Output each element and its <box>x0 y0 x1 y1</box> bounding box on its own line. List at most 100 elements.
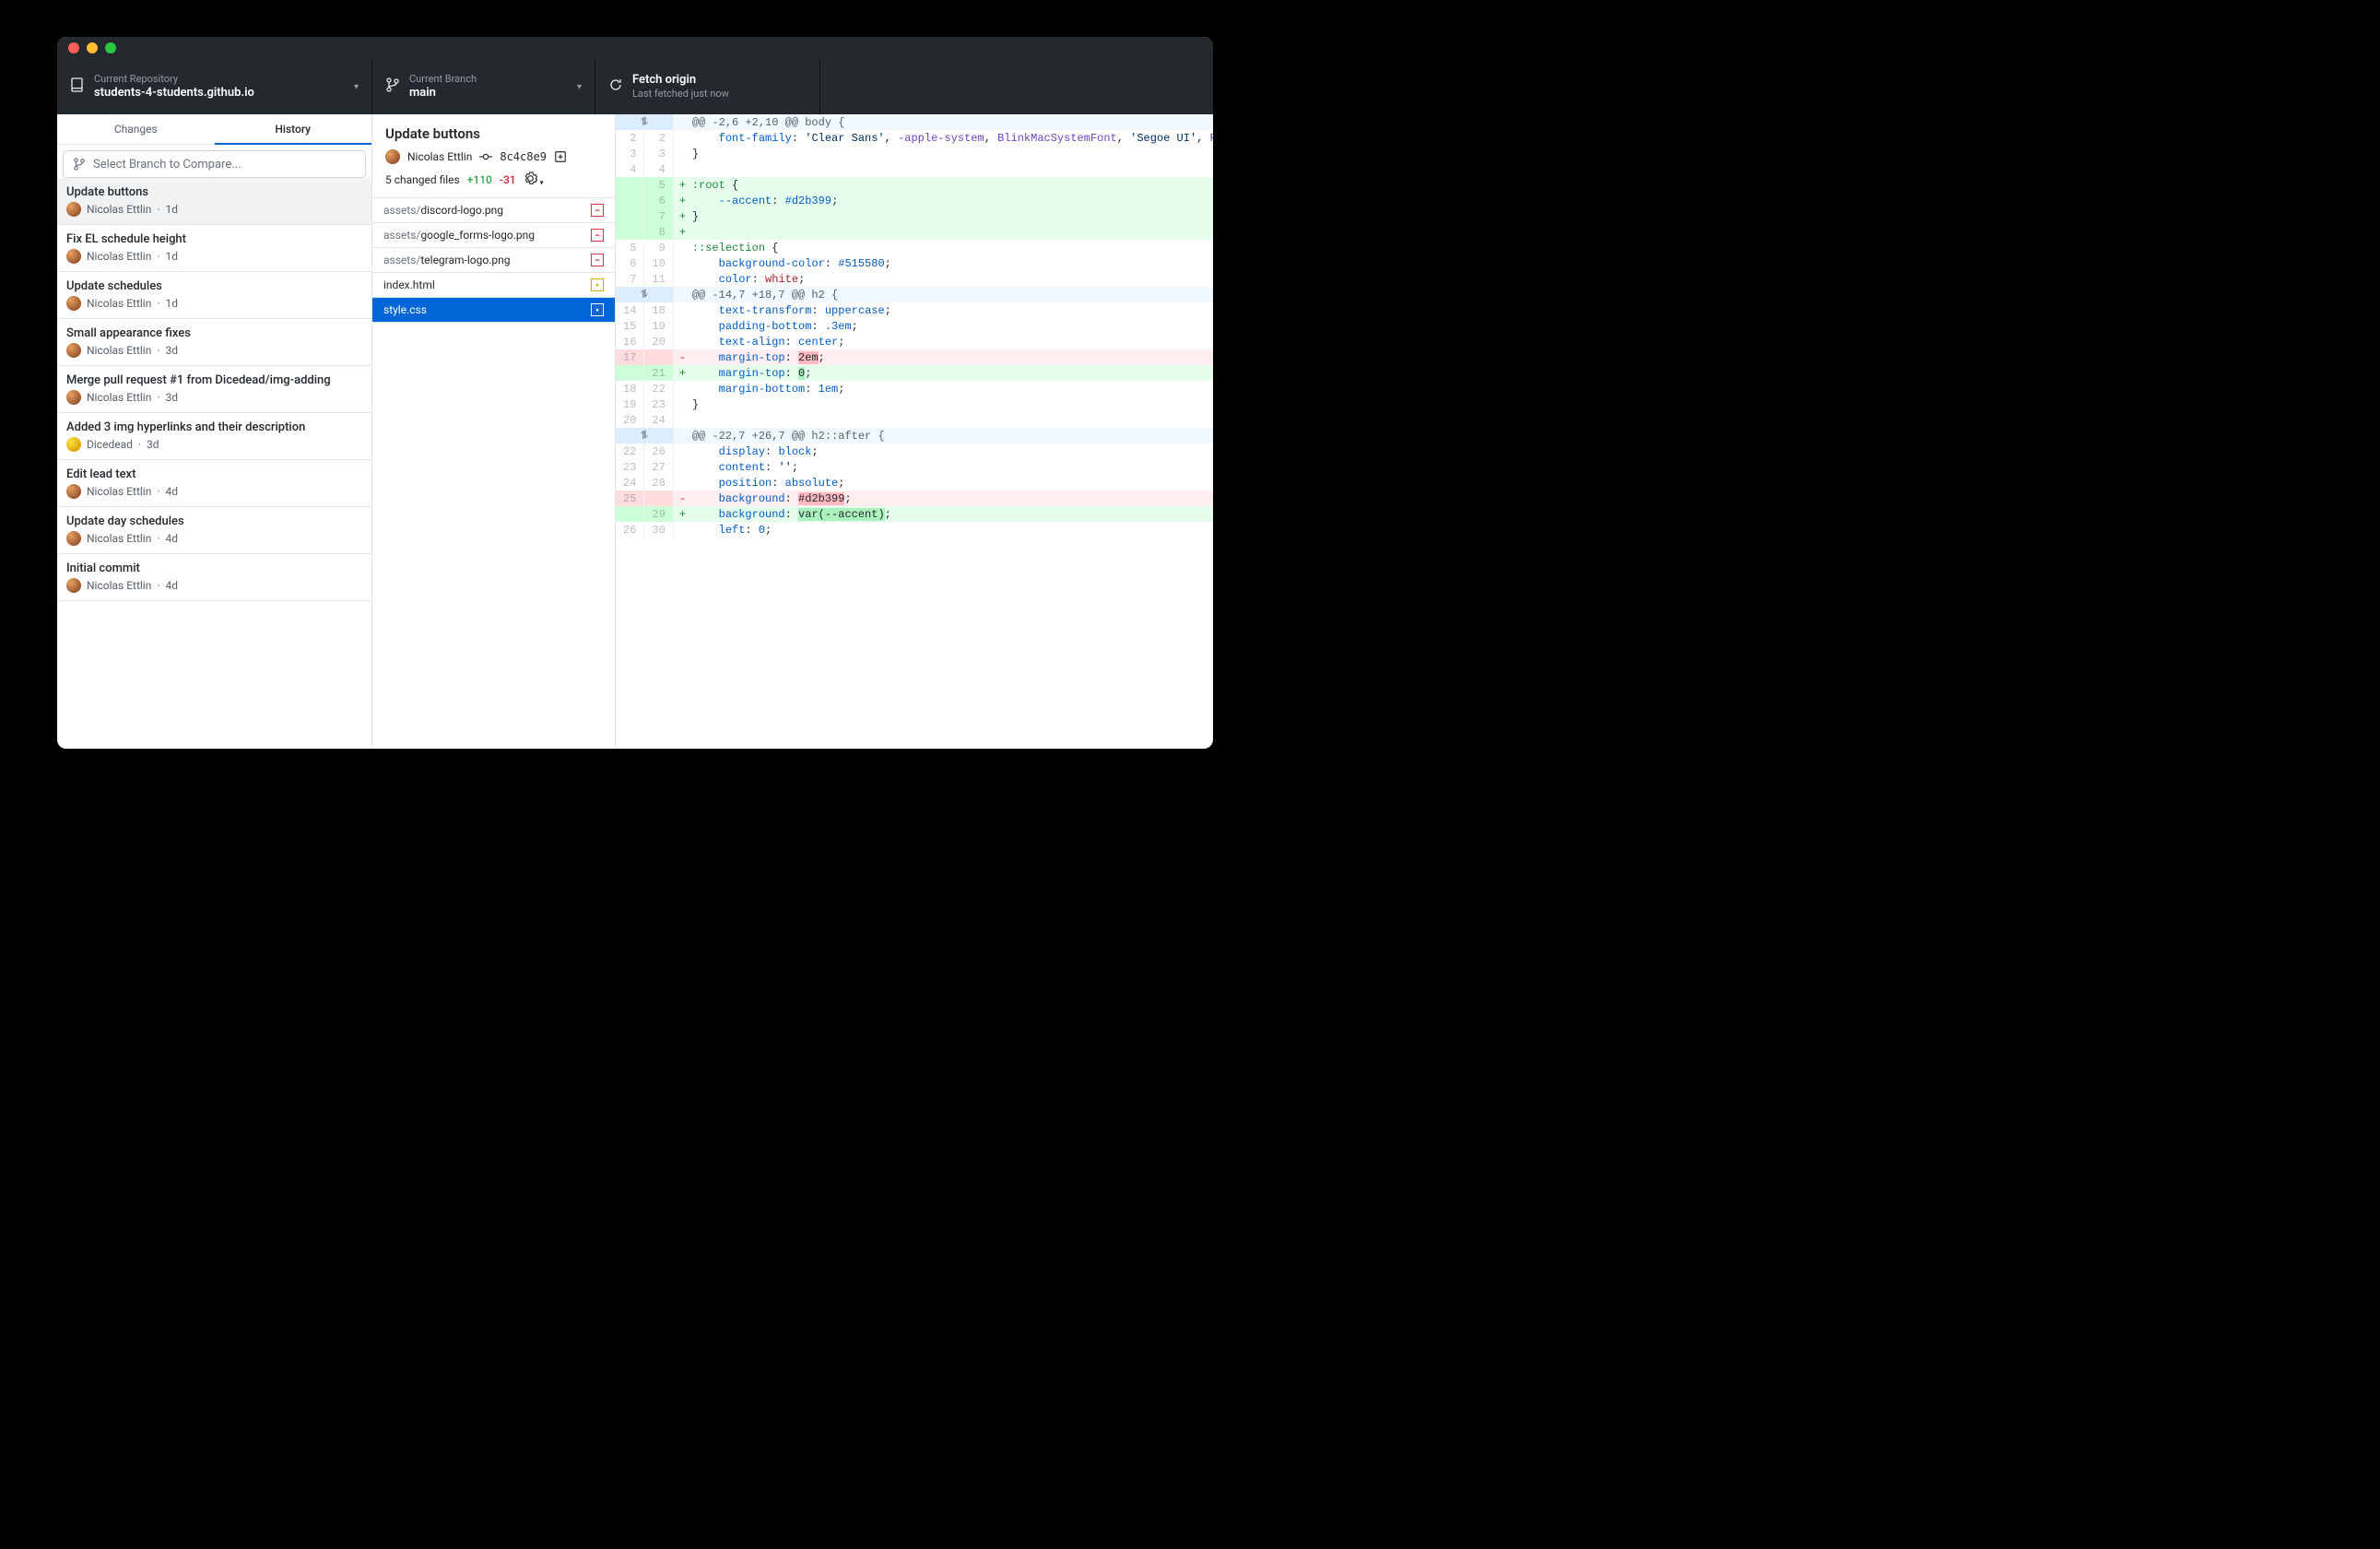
file-list-panel: Update buttons Nicolas Ettlin 8c4c8e9 5 … <box>372 114 616 749</box>
commit-item[interactable]: Update schedules Nicolas Ettlin · 1d <box>57 272 371 319</box>
line-number-new: 3 <box>644 146 673 161</box>
code-line <box>673 161 1213 177</box>
line-number-new: 6 <box>644 193 673 208</box>
minimize-window-button[interactable] <box>87 42 98 53</box>
commit-item[interactable]: Small appearance fixes Nicolas Ettlin · … <box>57 319 371 366</box>
gear-icon[interactable]: ▾ <box>524 171 544 188</box>
code-line: margin-bottom: 1em; <box>673 381 1213 396</box>
code-line: + margin-top: 0; <box>673 365 1213 381</box>
code-line: - background: #d2b399; <box>673 491 1213 506</box>
chevron-down-icon: ▾ <box>577 82 582 92</box>
line-number-new: 4 <box>644 161 673 177</box>
expand-hunk[interactable]: ⥮ <box>616 287 673 302</box>
hunk-header: @@ -22,7 +26,7 @@ h2::after { <box>673 428 1213 443</box>
commit-item[interactable]: Update buttons Nicolas Ettlin · 1d <box>57 178 371 225</box>
line-number-old <box>616 193 644 208</box>
branch-select-placeholder: Select Branch to Compare... <box>93 158 242 171</box>
toolbar: Current Repository students-4-students.g… <box>57 59 1213 114</box>
diff-table: ⥮@@ -2,6 +2,10 @@ body {22 font-family: … <box>616 114 1213 538</box>
expand-hunk[interactable]: ⥮ <box>616 428 673 443</box>
commit-item-time: 3d <box>147 438 159 451</box>
line-number-new: 2 <box>644 130 673 146</box>
line-number-old: 17 <box>616 349 644 365</box>
app-window: Current Repository students-4-students.g… <box>57 37 1213 749</box>
avatar <box>66 343 81 358</box>
line-number-new: 9 <box>644 240 673 255</box>
avatar <box>66 437 81 452</box>
line-number-new: 19 <box>644 318 673 334</box>
file-status-icon: − <box>591 204 604 217</box>
commit-item-author: Nicolas Ettlin <box>87 297 151 310</box>
line-number-old: 20 <box>616 412 644 428</box>
line-number-old <box>616 224 644 240</box>
avatar <box>66 578 81 593</box>
commit-item[interactable]: Initial commit Nicolas Ettlin · 4d <box>57 554 371 601</box>
close-window-button[interactable] <box>68 42 79 53</box>
code-line: + background: var(--accent); <box>673 506 1213 522</box>
line-number-new: 21 <box>644 365 673 381</box>
code-line: +:root { <box>673 177 1213 193</box>
lines-added: +110 <box>467 173 492 186</box>
tab-history[interactable]: History <box>215 114 372 145</box>
commit-header: Update buttons Nicolas Ettlin 8c4c8e9 5 … <box>372 114 615 198</box>
commit-item-time: 3d <box>166 391 179 404</box>
line-number-old: 5 <box>616 240 644 255</box>
commit-item-author: Nicolas Ettlin <box>87 391 151 404</box>
commit-item-title: Update buttons <box>66 185 362 199</box>
commit-item-author: Nicolas Ettlin <box>87 485 151 498</box>
line-number-old: 19 <box>616 396 644 412</box>
code-line: ::selection { <box>673 240 1213 255</box>
fetch-sub: Last fetched just now <box>632 88 729 101</box>
avatar <box>66 249 81 264</box>
commit-item-time: 3d <box>166 344 179 357</box>
commit-item[interactable]: Merge pull request #1 from Dicedead/img-… <box>57 366 371 413</box>
tab-changes[interactable]: Changes <box>57 114 215 145</box>
branch-icon <box>73 158 86 171</box>
file-item[interactable]: assets/discord-logo.png − <box>372 198 615 223</box>
line-number-new: 26 <box>644 443 673 459</box>
commit-title: Update buttons <box>385 125 602 142</box>
commit-item-title: Edit lead text <box>66 467 362 481</box>
hunk-header: @@ -14,7 +18,7 @@ h2 { <box>673 287 1213 302</box>
line-number-old: 22 <box>616 443 644 459</box>
commit-item-title: Fix EL schedule height <box>66 232 362 246</box>
line-number-new: 10 <box>644 255 673 271</box>
branch-compare-select[interactable]: Select Branch to Compare... <box>63 150 366 178</box>
code-line: +} <box>673 208 1213 224</box>
file-item[interactable]: index.html • <box>372 273 615 298</box>
commit-item-time: 4d <box>166 532 179 545</box>
commit-item[interactable]: Fix EL schedule height Nicolas Ettlin · … <box>57 225 371 272</box>
code-line: + --accent: #d2b399; <box>673 193 1213 208</box>
line-number-old: 15 <box>616 318 644 334</box>
line-number-old: 2 <box>616 130 644 146</box>
repository-selector[interactable]: Current Repository students-4-students.g… <box>57 59 372 114</box>
code-line: display: block; <box>673 443 1213 459</box>
code-line: position: absolute; <box>673 475 1213 491</box>
commit-item-author: Nicolas Ettlin <box>87 250 151 263</box>
commit-item-title: Small appearance fixes <box>66 326 362 340</box>
line-number-new: 28 <box>644 475 673 491</box>
commit-item-title: Update day schedules <box>66 514 362 528</box>
file-item[interactable]: style.css • <box>372 298 615 323</box>
commit-item[interactable]: Update day schedules Nicolas Ettlin · 4d <box>57 507 371 554</box>
fetch-button[interactable]: Fetch origin Last fetched just now <box>595 59 820 114</box>
commit-author: Nicolas Ettlin <box>407 150 472 163</box>
commit-item-title: Merge pull request #1 from Dicedead/img-… <box>66 373 362 387</box>
branch-name: main <box>409 86 477 101</box>
line-number-new: 8 <box>644 224 673 240</box>
code-line: left: 0; <box>673 522 1213 538</box>
commit-item[interactable]: Added 3 img hyperlinks and their descrip… <box>57 413 371 460</box>
avatar <box>66 202 81 217</box>
file-item[interactable]: assets/telegram-logo.png − <box>372 248 615 273</box>
file-status-icon: − <box>591 254 604 266</box>
diff-view[interactable]: ⥮@@ -2,6 +2,10 @@ body {22 font-family: … <box>616 114 1213 749</box>
line-number-old <box>616 506 644 522</box>
chevron-down-icon: ▾ <box>354 82 359 92</box>
commit-item[interactable]: Edit lead text Nicolas Ettlin · 4d <box>57 460 371 507</box>
line-number-new: 5 <box>644 177 673 193</box>
maximize-window-button[interactable] <box>105 42 116 53</box>
expand-hunk[interactable]: ⥮ <box>616 114 673 130</box>
file-item[interactable]: assets/google_forms-logo.png − <box>372 223 615 248</box>
branch-selector[interactable]: Current Branch main ▾ <box>372 59 595 114</box>
line-number-old: 23 <box>616 459 644 475</box>
